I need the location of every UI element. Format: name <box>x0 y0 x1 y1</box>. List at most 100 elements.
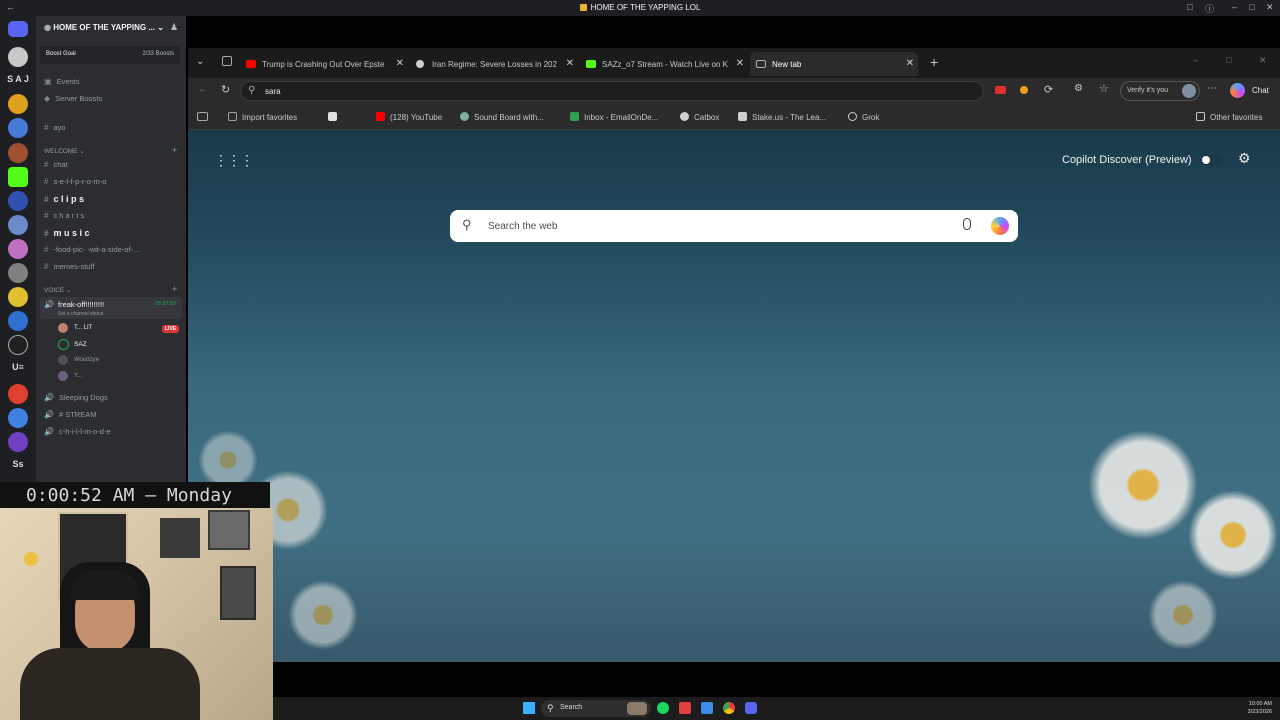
voice-member-name[interactable]: Woodzye <box>74 357 99 363</box>
file-explorer-icon[interactable] <box>701 702 713 714</box>
server-initials[interactable]: S A J <box>0 74 36 84</box>
tab-iran[interactable]: Iran Regime: Severe Losses in 202 ✕ <box>410 52 578 76</box>
close-window-button[interactable]: ✕ <box>1259 55 1267 66</box>
channel-music[interactable]: # m u s i c <box>44 228 89 238</box>
channel-ayo[interactable]: # ayo <box>44 123 66 132</box>
extensions-icon[interactable]: ⚙ <box>1074 83 1083 94</box>
taskbar-clock[interactable]: 10:00 AM 3/23/2026 <box>1248 700 1272 716</box>
back-icon[interactable]: ← <box>198 84 208 95</box>
channel-food-pic[interactable]: # -food-pic- -wit-a-side-of-... <box>44 245 139 254</box>
tab-kick-stream[interactable]: SAZz_o7 Stream - Watch Live on K ✕ <box>580 52 748 76</box>
copilot-discover-toggle[interactable] <box>1200 154 1222 166</box>
voice-member-name[interactable]: Y... <box>74 373 82 379</box>
server-icon[interactable] <box>8 263 28 283</box>
tab-actions-icon[interactable]: ⌄ <box>196 56 204 67</box>
favorite-blank[interactable] <box>328 112 342 122</box>
server-icon[interactable] <box>8 191 28 211</box>
page-settings-icon[interactable]: ⚙ <box>1238 150 1251 167</box>
boost-goal-bar[interactable]: Boost Goal 2/33 Boosts <box>40 46 180 64</box>
menu-server-boosts[interactable]: ◆ Server Boosts <box>44 94 102 103</box>
avatar[interactable] <box>58 323 68 333</box>
close-tab-icon[interactable]: ✕ <box>906 58 914 69</box>
voice-channel-active[interactable]: 🔊 freak-off!!!!!!!!! 26:37:59 Set a chan… <box>40 297 182 319</box>
extension-icon[interactable] <box>995 86 1006 94</box>
refresh-icon[interactable]: ↻ <box>221 83 230 96</box>
kick-icon[interactable] <box>8 167 28 187</box>
microphone-icon[interactable] <box>963 218 971 230</box>
other-favorites[interactable]: Other favorites <box>1196 112 1262 122</box>
close-tab-icon[interactable]: ✕ <box>396 58 404 69</box>
server-icon[interactable] <box>8 384 28 404</box>
channel-chat[interactable]: # chat <box>44 160 68 169</box>
inbox-icon[interactable]: □ <box>1187 2 1192 12</box>
copilot-icon[interactable] <box>1230 83 1245 98</box>
chat-button[interactable]: Chat <box>1252 86 1269 95</box>
server-icon[interactable] <box>8 287 28 307</box>
new-tab-button[interactable]: + <box>930 54 938 70</box>
channel-self-promo[interactable]: # s-e-l-f-p-r-o-m-o <box>44 177 106 186</box>
server-icon[interactable]: U≡ <box>0 362 36 372</box>
server-icon[interactable] <box>8 94 28 114</box>
favorite-youtube[interactable]: (128) YouTube <box>376 112 442 122</box>
discord-icon[interactable] <box>745 702 757 714</box>
copilot-icon[interactable] <box>991 217 1009 235</box>
maximize-button[interactable]: □ <box>1249 2 1254 12</box>
server-initials[interactable]: Ss <box>0 459 36 469</box>
more-menu-icon[interactable]: ⋯ <box>1207 83 1217 94</box>
voice-channel-sleeping-dogs[interactable]: 🔊 Sleeping Dogs <box>44 393 108 402</box>
server-name[interactable]: ◉ HOME OF THE YAPPING ... ⌄ <box>44 23 164 32</box>
minimize-button[interactable]: – <box>1232 2 1237 12</box>
favorite-inbox[interactable]: Inbox - EmailOnDe... <box>570 112 658 122</box>
server-icon[interactable] <box>8 143 28 163</box>
favorite-soundboard[interactable]: Sound Board with... <box>460 112 544 122</box>
close-tab-icon[interactable]: ✕ <box>566 58 574 69</box>
voice-channel-stream[interactable]: 🔊 # STREAM <box>44 410 96 419</box>
add-channel-icon[interactable]: + <box>172 284 177 294</box>
add-member-icon[interactable]: ♟ <box>170 22 178 33</box>
apps-grid-icon[interactable]: ⋮⋮⋮ <box>214 152 254 169</box>
workspaces-icon[interactable] <box>222 56 232 66</box>
tab-trump[interactable]: Trump is Crashing Out Over Epste ✕ <box>240 52 408 76</box>
windows-start-icon[interactable] <box>523 702 535 714</box>
avatar[interactable] <box>58 355 68 365</box>
app-icon[interactable] <box>679 702 691 714</box>
server-icon[interactable] <box>8 47 28 67</box>
channel-status[interactable]: Set a channel status <box>58 311 103 317</box>
voice-member-name[interactable]: T... LIT <box>74 325 92 331</box>
favorite-grok[interactable]: Grok <box>848 112 879 122</box>
category-welcome[interactable]: WELCOME ⌄ <box>44 147 85 155</box>
sync-icon[interactable]: ⟳ <box>1044 83 1053 96</box>
discord-home-icon[interactable] <box>8 21 28 37</box>
address-bar[interactable]: ⚲ sara <box>240 81 984 101</box>
minimize-button[interactable]: – <box>1193 55 1198 65</box>
server-icon[interactable] <box>8 239 28 259</box>
category-voice[interactable]: VOICE ⌄ <box>44 286 72 294</box>
spotify-icon[interactable] <box>657 702 669 714</box>
web-search-box[interactable]: ⚲ Search the web <box>450 210 1018 242</box>
server-icon[interactable] <box>8 311 28 331</box>
maximize-button[interactable]: □ <box>1226 55 1231 65</box>
tab-new-tab[interactable]: New tab ✕ <box>750 52 918 76</box>
close-window-button[interactable]: ✕ <box>1266 2 1274 13</box>
avatar[interactable] <box>58 371 68 381</box>
channel-clips[interactable]: # c l i p s <box>44 194 84 204</box>
help-icon[interactable]: ⓘ <box>1205 2 1214 15</box>
server-icon[interactable] <box>8 118 28 138</box>
chrome-icon[interactable] <box>723 702 735 714</box>
favorite-catbox[interactable]: Catbox <box>680 112 719 122</box>
channel-charts[interactable]: # c h a r t s <box>44 211 84 220</box>
voice-member-name[interactable]: SAZ <box>74 341 87 348</box>
close-tab-icon[interactable]: ✕ <box>736 58 744 69</box>
avatar[interactable] <box>58 339 69 350</box>
server-icon[interactable] <box>8 408 28 428</box>
menu-events[interactable]: ▣ Events <box>44 77 80 86</box>
favorites-icon[interactable]: ☆ <box>1099 82 1109 95</box>
extension-icon[interactable] <box>1020 86 1028 94</box>
server-icon[interactable] <box>8 432 28 452</box>
channel-memes-stuff[interactable]: # memes-stuff <box>44 262 95 271</box>
server-icon[interactable] <box>8 215 28 235</box>
taskbar-search[interactable]: ⚲ Search <box>541 700 651 717</box>
server-icon[interactable] <box>8 335 28 355</box>
favorite-stake[interactable]: Stake.us - The Lea... <box>738 112 826 122</box>
favorite-import[interactable]: Import favorites <box>228 112 297 122</box>
